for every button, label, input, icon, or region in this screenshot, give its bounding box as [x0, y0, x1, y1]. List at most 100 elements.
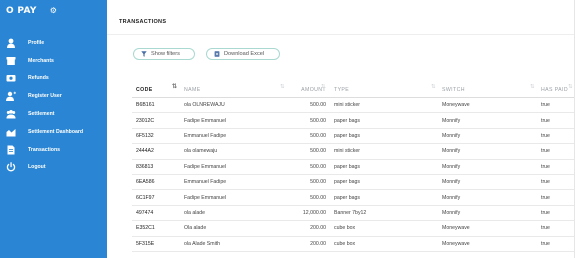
- sidebar-item-register-user[interactable]: Register User: [0, 87, 107, 105]
- column-header-code[interactable]: CODE ⇅: [132, 84, 177, 93]
- app-logo[interactable]: O PAY: [6, 6, 37, 16]
- page-title: TRANSACTIONS: [119, 19, 167, 25]
- sidebar-item-label: Settlement Dashboard: [28, 128, 84, 135]
- cell-switch: Monnify: [442, 163, 461, 170]
- sidebar-item-label: Merchants: [28, 57, 54, 64]
- cell-code: 23012C: [136, 117, 155, 124]
- cell-has-paid: true: [541, 194, 550, 201]
- sidebar-item-label: Register User: [28, 93, 62, 100]
- cell-type: paper bags: [334, 179, 360, 186]
- sidebar-item-label: Logout: [28, 164, 46, 171]
- cell-switch: Monnify: [442, 209, 461, 216]
- table-row[interactable]: B6B161 ola OLNREWAJU 500.00 mini sticker Mon…: [132, 98, 575, 114]
- cell-code: 836813: [136, 163, 154, 170]
- header-divider: [107, 34, 575, 35]
- table-body: B6B161 ola OLNREWAJU 500.00 mini sticker Mon…: [132, 98, 575, 252]
- table-row[interactable]: 2444A2 ola olamewaju 500.00 mini sticker Mon…: [132, 144, 575, 160]
- sidebar-item-settlement[interactable]: Settlement: [0, 105, 107, 123]
- cell-name: ola olamewaju: [184, 148, 218, 155]
- sidebar-item-merchants[interactable]: Merchants: [0, 52, 107, 70]
- cell-name: Fadipe Emmanuel: [184, 163, 227, 170]
- cell-code: 6C1F97: [136, 194, 155, 201]
- sidebar-item-label: Profile: [28, 39, 45, 46]
- cell-has-paid: true: [541, 240, 550, 247]
- cell-type: mini sticker: [334, 102, 360, 109]
- cell-code: B6B161: [136, 102, 155, 109]
- cell-has-paid: true: [541, 132, 550, 139]
- cell-amount: 500.00: [310, 117, 326, 124]
- sidebar-item-transactions[interactable]: Transactions: [0, 141, 107, 159]
- table-row[interactable]: E352C1 Ola alade 200.00 cube box Moneywave tr…: [132, 221, 575, 237]
- cell-switch: Monnify: [442, 117, 461, 124]
- column-header-type[interactable]: TYPE: [328, 84, 438, 93]
- cell-code: 5F315E: [136, 240, 155, 247]
- cell-has-paid: true: [541, 163, 550, 170]
- cell-code: 6EA586: [136, 179, 155, 186]
- cell-type: paper bags: [334, 194, 360, 201]
- cell-has-paid: true: [541, 117, 550, 124]
- download-excel-button[interactable]: Download Excel: [206, 48, 280, 60]
- sidebar-item-profile[interactable]: Profile: [0, 34, 107, 52]
- download-excel-label: Download Excel: [224, 51, 265, 57]
- chart-icon: [4, 127, 18, 137]
- sidebar-item-settlement-dashboard[interactable]: Settlement Dashboard: [0, 123, 107, 141]
- show-filters-button[interactable]: Show filters: [133, 48, 195, 60]
- cell-amount: 500.00: [310, 102, 326, 109]
- table-header: CODE ⇅ NAME AMOUNT TYPE SWITCH HAS PAID: [132, 82, 575, 98]
- table-row[interactable]: 5F315E ola Alade Smith 200.00 cube box Money…: [132, 237, 575, 252]
- table-row[interactable]: 6EA586 Emmanuel Fadipe 500.00 paper bags Mon…: [132, 175, 575, 191]
- power-icon: [4, 162, 18, 172]
- cell-name: ola Alade Smith: [184, 240, 221, 247]
- column-header-switch[interactable]: SWITCH: [438, 84, 537, 93]
- add-user-icon: [4, 91, 18, 102]
- storefront-icon: [4, 56, 18, 66]
- column-header-amount[interactable]: AMOUNT: [287, 84, 328, 93]
- cell-switch: Monnify: [442, 179, 461, 186]
- cell-amount: 500.00: [310, 163, 326, 170]
- cell-type: paper bags: [334, 132, 360, 139]
- cell-name: Fadipe Emmanuel: [184, 194, 227, 201]
- gear-icon[interactable]: ⚙: [50, 7, 57, 15]
- brand: O PAY ⚙: [6, 6, 57, 16]
- cell-switch: Monnify: [442, 132, 461, 139]
- cell-type: Banner 7by12: [334, 209, 367, 216]
- table-row[interactable]: 836813 Fadipe Emmanuel 500.00 paper bags Mon…: [132, 160, 575, 175]
- cell-switch: Moneywave: [442, 240, 470, 247]
- table-row[interactable]: 23012C Fadipe Emmanuel 500.00 paper bags Mon…: [132, 113, 575, 129]
- cell-has-paid: true: [541, 225, 550, 232]
- table-row[interactable]: 6C1F97 Fadipe Emmanuel 500.00 paper bags Mon…: [132, 190, 575, 206]
- sidebar-item-refunds[interactable]: Refunds: [0, 70, 107, 88]
- cell-code: 2444A2: [136, 148, 154, 155]
- cell-type: mini sticker: [334, 148, 360, 155]
- cell-amount: 12,000.00: [302, 209, 326, 216]
- sidebar-item-label: Refunds: [28, 75, 49, 82]
- column-header-has-paid[interactable]: HAS PAID: [537, 84, 575, 93]
- cell-has-paid: true: [541, 209, 550, 216]
- cell-amount: 500.00: [310, 148, 326, 155]
- cell-name: Fadipe Emmanuel: [184, 117, 227, 124]
- cell-code: 497474: [136, 209, 154, 216]
- refund-icon: [4, 73, 18, 83]
- document-icon: [4, 145, 18, 155]
- sidebar-item-label: Transactions: [28, 146, 61, 153]
- user-icon: [4, 38, 18, 48]
- cell-name: ola OLNREWAJU: [184, 102, 225, 109]
- cell-amount: 500.00: [310, 194, 326, 201]
- cell-code: 6F5132: [136, 132, 154, 139]
- cell-has-paid: true: [541, 148, 550, 155]
- transactions-table: CODE ⇅ NAME AMOUNT TYPE SWITCH HAS PAID …: [132, 82, 575, 252]
- table-row[interactable]: 497474 ola alade 12,000.00 Banner 7by12 Monn…: [132, 206, 575, 222]
- cell-name: Emmanuel Fadipe: [184, 132, 227, 139]
- column-header-name[interactable]: NAME: [176, 84, 287, 93]
- cell-type: cube box: [334, 225, 356, 232]
- sidebar-item-logout[interactable]: Logout: [0, 159, 107, 177]
- cell-switch: Monnify: [442, 194, 461, 201]
- sidebar: O PAY ⚙ Profile Merchants Refunds Regist…: [0, 0, 107, 258]
- table-row[interactable]: 6F5132 Emmanuel Fadipe 500.00 paper bags Mon…: [132, 129, 575, 145]
- filter-icon: [141, 51, 147, 57]
- show-filters-label: Show filters: [151, 51, 180, 57]
- cell-code: E352C1: [136, 225, 155, 232]
- cell-name: Emmanuel Fadipe: [184, 179, 227, 186]
- cell-name: Ola alade: [184, 225, 207, 232]
- cell-name: ola alade: [184, 209, 206, 216]
